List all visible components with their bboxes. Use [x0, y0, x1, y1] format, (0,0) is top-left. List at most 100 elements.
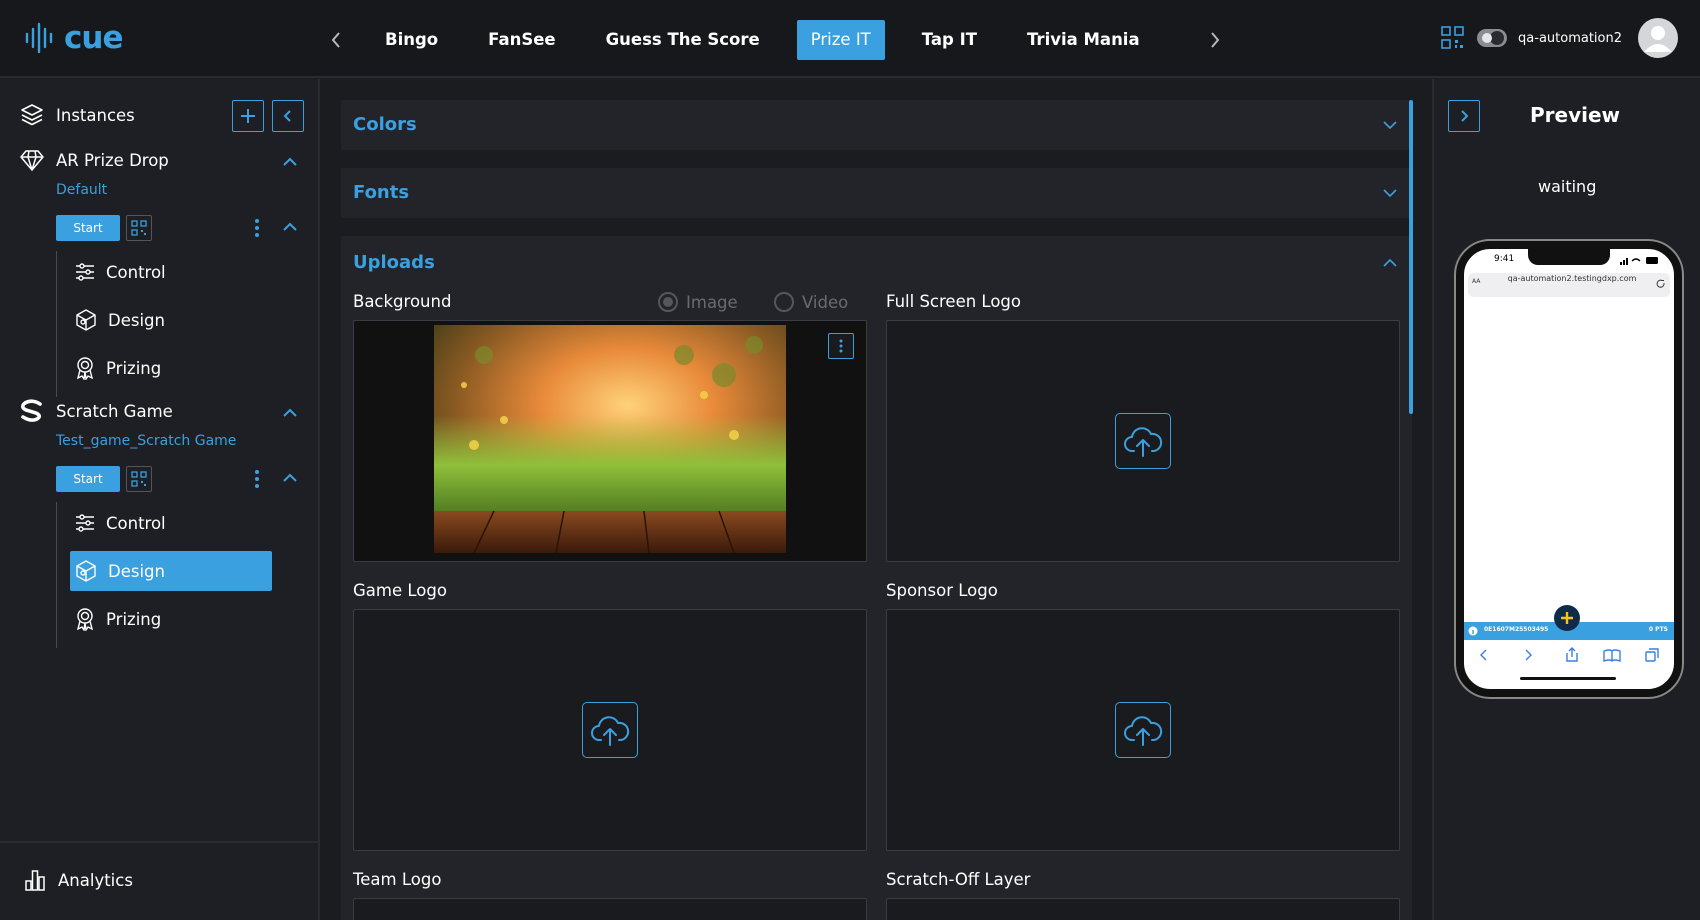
radio-label: Image [686, 292, 738, 312]
phone-url: qa-automation2.testingdxp.com [1507, 274, 1637, 283]
sidebar: Instances AR Prize Drop Default Start Co… [0, 79, 320, 920]
uploads-section: Uploads Background Image Video Full Scre… [341, 236, 1412, 920]
reload-icon [1656, 279, 1665, 288]
phone-mockup: 9:41 AA qa-automation2.testingdxp.com 0E… [1456, 241, 1682, 697]
add-instance-button[interactable] [232, 100, 264, 132]
tabs-prev-arrow[interactable] [324, 25, 348, 55]
upload-button[interactable] [582, 702, 638, 758]
tab-prize-it[interactable]: Prize IT [796, 20, 885, 60]
analytics-link[interactable]: Analytics [24, 869, 133, 891]
award-icon [76, 608, 94, 631]
game-name: Scratch Game [56, 401, 173, 421]
tab-guess-the-score[interactable]: Guess The Score [581, 20, 785, 60]
field-label: Background [353, 292, 452, 311]
palette-icon [76, 309, 96, 331]
qr-code-icon [131, 220, 147, 236]
text-size-label: AA [1472, 278, 1481, 285]
nav-control[interactable]: Control [70, 252, 272, 292]
background-upload[interactable] [353, 320, 867, 562]
theme-toggle-icon[interactable] [1476, 28, 1508, 48]
section-title: Fonts [353, 182, 410, 203]
game-logo-upload[interactable] [353, 609, 867, 851]
full-screen-logo-upload[interactable] [886, 320, 1400, 562]
more-vertical-icon[interactable] [254, 469, 260, 489]
plus-icon [241, 109, 255, 123]
chevron-up-icon[interactable] [282, 157, 298, 167]
tabs-next-arrow[interactable] [1203, 25, 1227, 55]
instance-name[interactable]: Test_game_Scratch Game [56, 433, 236, 449]
logo-text: cue [64, 20, 123, 56]
phone-address-bar: AA qa-automation2.testingdxp.com [1468, 273, 1670, 297]
nav-label: Control [106, 513, 166, 533]
chevron-up-icon[interactable] [282, 473, 298, 483]
chevron-down-icon [1383, 189, 1397, 198]
palette-icon [76, 560, 96, 582]
analytics-label: Analytics [58, 870, 133, 890]
video-radio[interactable]: Video [774, 292, 848, 312]
field-label: Sponsor Logo [886, 581, 998, 600]
upload-button[interactable] [1115, 702, 1171, 758]
tab-fansee[interactable]: FanSee [463, 20, 580, 60]
colors-section[interactable]: Colors [341, 100, 1412, 150]
nav-label: Design [108, 561, 165, 581]
start-button[interactable]: Start [56, 466, 120, 492]
cloud-upload-icon [591, 716, 630, 746]
team-logo-upload[interactable] [353, 898, 867, 920]
home-indicator [1520, 677, 1616, 680]
nav-label: Prizing [106, 609, 162, 629]
nav-control[interactable]: Control [70, 503, 272, 543]
radio-dot [658, 292, 678, 312]
instance-name[interactable]: Default [56, 182, 107, 198]
nav-design[interactable]: Design [70, 300, 272, 340]
preview-title: Preview [1530, 103, 1621, 127]
logo-waveform-icon [25, 22, 53, 54]
game-scratch-game[interactable]: Scratch Game [20, 399, 173, 423]
tab-trivia-mania[interactable]: Trivia Mania [1002, 20, 1165, 60]
main-scrollbar[interactable] [1409, 100, 1413, 414]
signal-battery-icon [1620, 257, 1658, 265]
nav-prizing[interactable]: Prizing [70, 599, 272, 639]
tree-line [56, 251, 57, 397]
more-vertical-icon[interactable] [254, 218, 260, 238]
chevron-up-icon[interactable] [282, 408, 298, 418]
game-name: AR Prize Drop [56, 150, 169, 170]
fonts-section[interactable]: Fonts [341, 168, 1412, 218]
plus-icon [1561, 612, 1573, 624]
section-title[interactable]: Uploads [353, 252, 435, 273]
sponsor-logo-upload[interactable] [886, 609, 1400, 851]
chevron-up-icon[interactable] [282, 222, 298, 232]
image-options-button[interactable] [828, 333, 854, 359]
collapse-sidebar-button[interactable] [272, 100, 304, 132]
nav-design[interactable]: Design [70, 551, 272, 591]
image-radio[interactable]: Image [658, 292, 738, 312]
field-label: Team Logo [353, 870, 442, 889]
phone-time: 9:41 [1494, 254, 1515, 264]
game-ar-prize-drop[interactable]: AR Prize Drop [20, 149, 169, 171]
cloud-upload-icon [1124, 716, 1163, 746]
start-button[interactable]: Start [56, 215, 120, 241]
scratch-off-layer-upload[interactable] [886, 898, 1400, 920]
qr-button[interactable] [126, 466, 152, 492]
tab-bingo[interactable]: Bingo [360, 20, 463, 60]
nav-label: Prizing [106, 358, 162, 378]
nav-label: Design [108, 310, 165, 330]
upload-button[interactable] [1115, 413, 1171, 469]
qr-button[interactable] [126, 215, 152, 241]
tree-line [56, 502, 57, 648]
username[interactable]: qa-automation2 [1518, 31, 1622, 46]
section-title: Colors [353, 114, 417, 135]
app-logo[interactable]: cue [24, 20, 123, 56]
chevron-up-icon[interactable] [1382, 258, 1398, 268]
preview-panel: Preview waiting 9:41 AA qa-automation2.t… [1432, 79, 1700, 920]
avatar[interactable] [1638, 18, 1678, 58]
qr-code-icon[interactable] [1440, 25, 1466, 51]
nav-prizing[interactable]: Prizing [70, 348, 272, 388]
top-bar: cue Bingo FanSee Guess The Score Prize I… [0, 0, 1700, 78]
phone-notch [1528, 249, 1610, 265]
chevron-down-icon [1383, 121, 1397, 130]
sliders-icon [76, 263, 94, 281]
radio-label: Video [802, 292, 849, 312]
bar-chart-icon [25, 870, 45, 891]
collapse-preview-button[interactable] [1448, 100, 1480, 132]
tab-tap-it[interactable]: Tap IT [897, 20, 1002, 60]
